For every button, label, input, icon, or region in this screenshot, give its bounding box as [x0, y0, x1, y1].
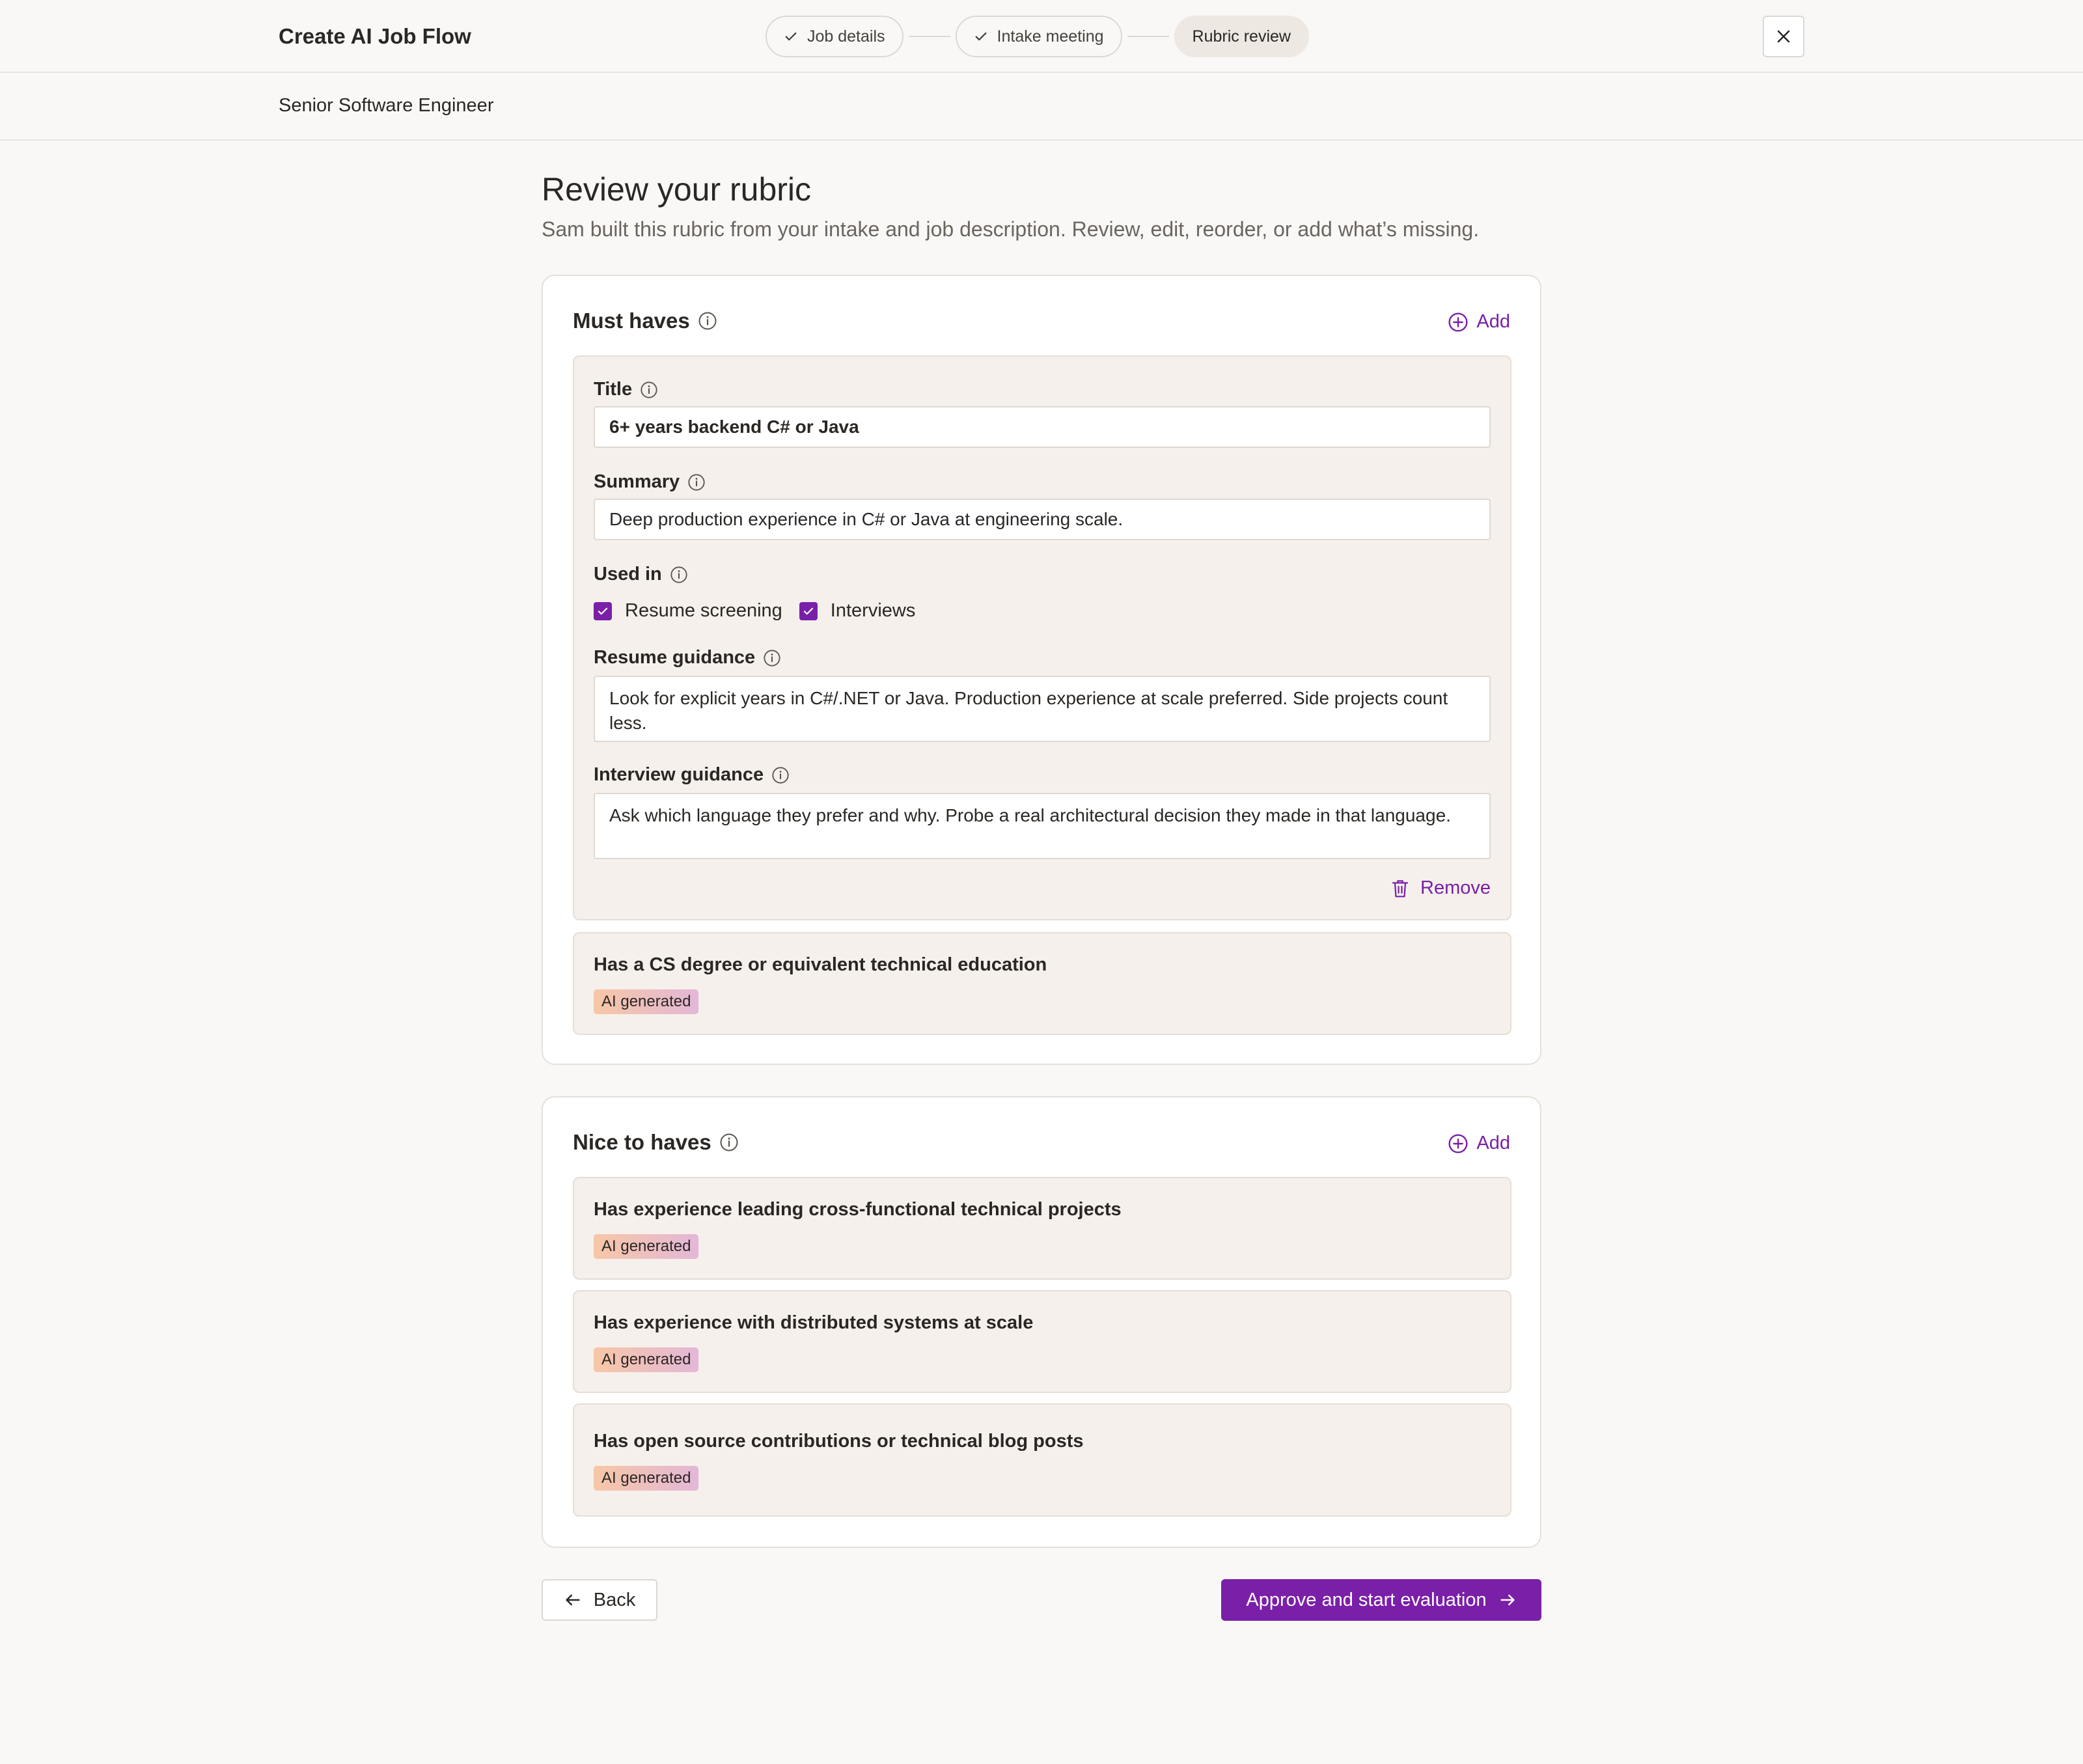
remove-label: Remove: [1420, 877, 1491, 898]
rubric-item-title: Has a CS degree or equivalent technical …: [594, 954, 1047, 975]
close-button[interactable]: [1763, 16, 1804, 57]
checkbox-checked-icon[interactable]: [799, 601, 818, 620]
approve-button[interactable]: Approve and start evaluation: [1221, 1579, 1541, 1621]
must-haves-header: Must haves: [573, 309, 717, 333]
close-icon: [1777, 30, 1790, 43]
remove-button[interactable]: Remove: [1390, 877, 1491, 899]
step-job-details[interactable]: Job details: [766, 16, 904, 57]
info-icon[interactable]: [763, 649, 781, 667]
checkbox-label: Interviews: [830, 600, 916, 621]
arrow-right-icon: [1500, 1594, 1515, 1606]
rubric-item-title: Has open source contributions or technic…: [594, 1431, 1084, 1452]
step-label: Intake meeting: [997, 27, 1104, 46]
info-icon[interactable]: [771, 766, 790, 784]
interview-guidance-label: Interview guidance: [594, 764, 790, 786]
trash-icon: [1392, 879, 1409, 897]
step-rubric-review[interactable]: Rubric review: [1174, 16, 1309, 57]
plus-circle-icon: [1448, 1133, 1468, 1153]
label-text: Interview guidance: [594, 764, 764, 785]
interview-guidance-textarea[interactable]: Ask which language they prefer and why. …: [594, 793, 1491, 859]
job-bar: Senior Software Engineer: [0, 73, 2083, 141]
checkbox-resume-screening[interactable]: Resume screening: [594, 600, 782, 622]
checkbox-interviews[interactable]: Interviews: [799, 600, 916, 622]
plus-circle-icon: [1448, 312, 1468, 332]
rubric-item-title: Has experience leading cross-functional …: [594, 1199, 1122, 1220]
info-icon[interactable]: [640, 381, 658, 399]
rubric-item[interactable]: Has a CS degree or equivalent technical …: [573, 932, 1511, 1035]
back-label: Back: [593, 1589, 636, 1610]
info-icon[interactable]: [719, 1133, 739, 1152]
ai-generated-badge: AI generated: [594, 1347, 699, 1372]
info-icon[interactable]: [698, 311, 717, 331]
step-connector: [908, 36, 950, 37]
label-text: Resume guidance: [594, 647, 756, 668]
title-label: Title: [594, 379, 658, 400]
resume-guidance-label: Resume guidance: [594, 647, 781, 668]
summary-input[interactable]: Deep production experience in C# or Java…: [594, 499, 1491, 540]
ai-generated-badge: AI generated: [594, 989, 699, 1014]
rubric-item-title: Has experience with distributed systems …: [594, 1312, 1034, 1333]
check-icon: [785, 32, 797, 41]
add-label: Add: [1476, 311, 1510, 332]
top-bar: Create AI Job Flow Job details Intake me…: [0, 0, 2083, 73]
rubric-item[interactable]: Has experience leading cross-functional …: [573, 1177, 1511, 1280]
step-intake-meeting[interactable]: Intake meeting: [955, 16, 1122, 57]
add-label: Add: [1476, 1133, 1510, 1153]
arrow-left-icon: [566, 1594, 580, 1606]
info-icon[interactable]: [670, 566, 688, 584]
rubric-item-expanded: Title 6+ years backend C# or Java Summar…: [573, 355, 1511, 920]
rubric-item[interactable]: Has open source contributions or technic…: [573, 1403, 1511, 1517]
app-title: Create AI Job Flow: [279, 24, 471, 48]
section-title: Nice to haves: [573, 1130, 711, 1154]
step-connector: [1127, 36, 1169, 37]
summary-label: Summary: [594, 471, 706, 493]
approve-label: Approve and start evaluation: [1246, 1589, 1487, 1610]
checkbox-checked-icon[interactable]: [594, 601, 612, 620]
job-name: Senior Software Engineer: [279, 95, 494, 116]
checkbox-label: Resume screening: [625, 600, 782, 621]
nice-to-haves-header: Nice to haves: [573, 1130, 739, 1155]
label-text: Summary: [594, 471, 680, 492]
page-subtitle: Sam built this rubric from your intake a…: [542, 217, 1480, 241]
section-title: Must haves: [573, 309, 690, 333]
resume-guidance-textarea[interactable]: Look for explicit years in C#/.NET or Ja…: [594, 676, 1491, 742]
page-title: Review your rubric: [542, 171, 812, 208]
label-text: Used in: [594, 564, 662, 585]
used-in-label: Used in: [594, 564, 688, 585]
add-must-have-button[interactable]: Add: [1448, 311, 1510, 333]
nice-to-haves-card: Nice to haves Add Has experience leading…: [542, 1096, 1541, 1548]
rubric-item[interactable]: Has experience with distributed systems …: [573, 1290, 1511, 1393]
back-button[interactable]: Back: [542, 1579, 657, 1621]
info-icon[interactable]: [687, 473, 706, 491]
ai-generated-badge: AI generated: [594, 1234, 699, 1259]
check-icon: [975, 32, 986, 41]
stepper: Job details Intake meeting Rubric review: [766, 16, 1309, 57]
label-text: Title: [594, 379, 633, 400]
add-nice-to-have-button[interactable]: Add: [1448, 1133, 1510, 1154]
used-in-options: Resume screening Interviews: [594, 600, 932, 622]
step-label: Rubric review: [1192, 27, 1291, 46]
must-haves-card: Must haves Add Title 6+ years backend C#…: [542, 275, 1541, 1065]
ai-generated-badge: AI generated: [594, 1466, 699, 1491]
title-input[interactable]: 6+ years backend C# or Java: [594, 406, 1491, 448]
step-label: Job details: [807, 27, 885, 46]
